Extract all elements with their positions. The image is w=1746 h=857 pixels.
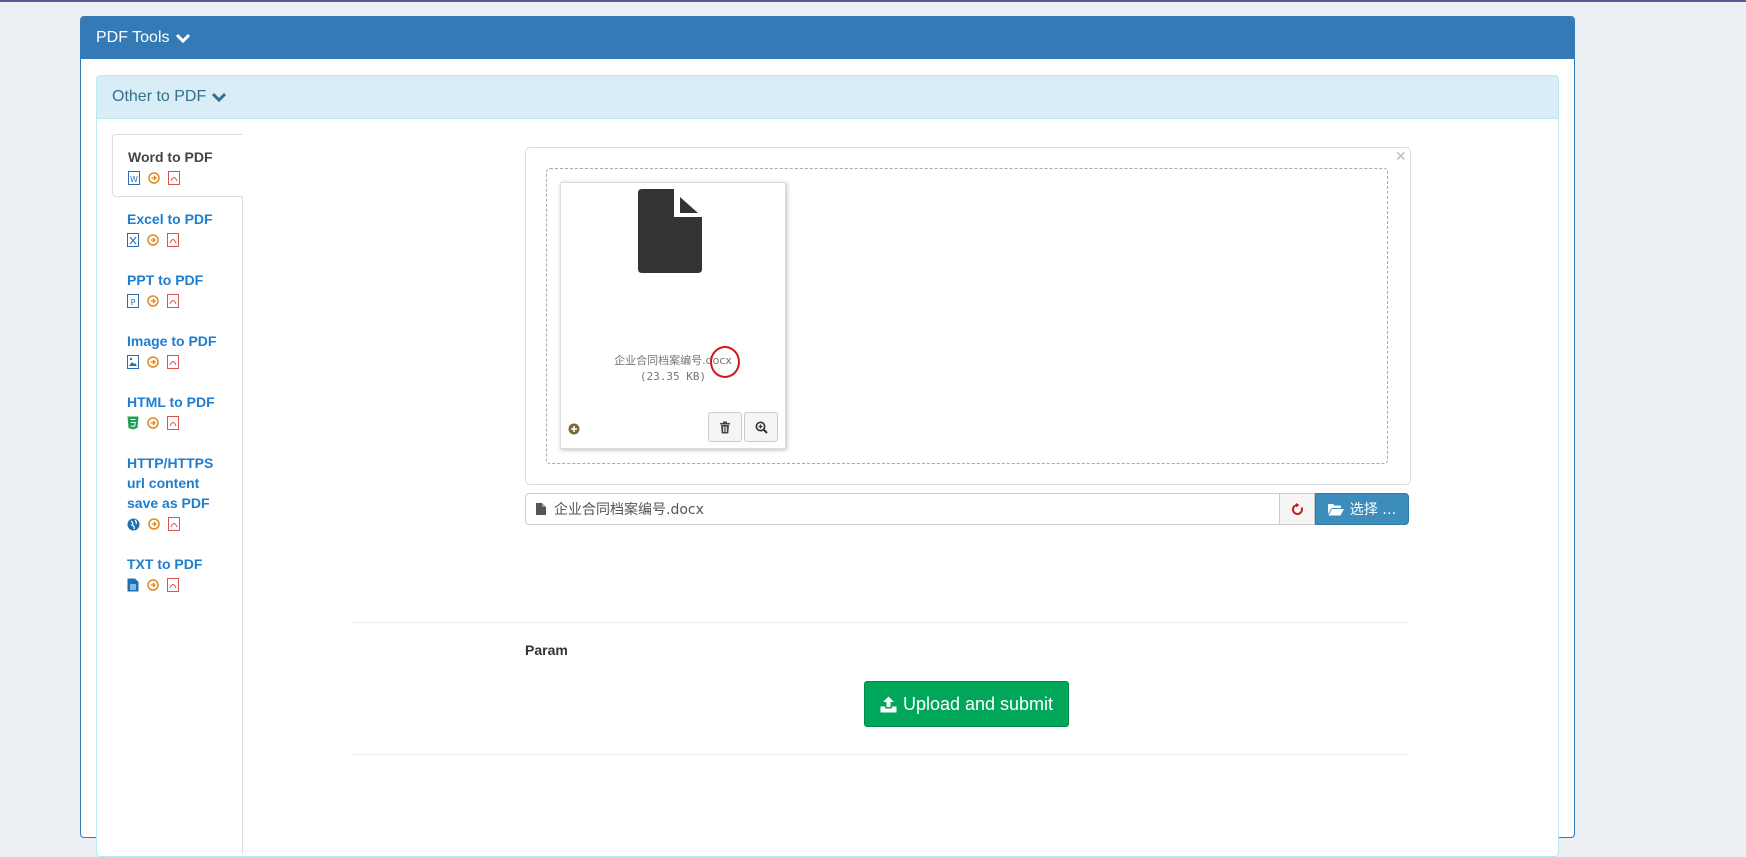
reset-button[interactable] [1279, 493, 1315, 525]
param-label: Param [525, 642, 568, 658]
arrow-right-circle-icon [147, 234, 159, 246]
remove-file-button[interactable] [708, 412, 742, 442]
svg-text:P: P [131, 298, 136, 307]
pdf-tools-title: PDF Tools [96, 29, 170, 46]
upload-submit-label: Upload and submit [902, 693, 1054, 714]
nav-item-label: Word to PDF [128, 149, 213, 165]
arrow-right-circle-icon [147, 417, 159, 429]
other-to-pdf-panel: Other to PDF Word to PDF W Excel to PDF [96, 75, 1559, 857]
upload-pending-icon [568, 423, 580, 435]
chevron-down-icon [212, 92, 227, 102]
pdf-file-icon [167, 294, 179, 308]
text-file-icon [127, 578, 139, 592]
nav-item-excel-to-pdf[interactable]: Excel to PDF [112, 197, 242, 258]
document-icon [638, 189, 702, 273]
pdf-file-icon [167, 416, 179, 430]
nav-item-label: Excel to PDF [127, 211, 213, 227]
pdf-file-icon [167, 233, 179, 247]
browse-label: 选择 … [1349, 502, 1397, 518]
refresh-icon [1291, 502, 1303, 515]
other-to-pdf-heading[interactable]: Other to PDF [97, 76, 1558, 119]
nav-item-html-to-pdf[interactable]: HTML to PDF [112, 380, 242, 441]
file-icon [536, 503, 546, 515]
highlight-circle [710, 346, 740, 378]
file-caption-row: 企业合同档案编号.docx 选择 … [525, 493, 1409, 525]
nav-item-url-to-pdf[interactable]: HTTP/HTTPS url content save as PDF [112, 441, 242, 542]
nav-item-label: HTTP/HTTPS url content save as PDF [127, 455, 214, 511]
pdf-file-icon [167, 355, 179, 369]
nav-item-image-to-pdf[interactable]: Image to PDF [112, 319, 242, 380]
html5-icon [127, 416, 139, 430]
trash-icon [720, 421, 730, 433]
divider [351, 754, 1409, 755]
file-drop-zone[interactable]: 企业合同档案编号.docx (23.35 KB) [546, 168, 1388, 464]
pdf-file-icon [168, 517, 180, 531]
pdf-tools-panel: PDF Tools Other to PDF Word to PDF W Exc… [80, 16, 1575, 857]
nav-item-word-to-pdf[interactable]: Word to PDF W [112, 134, 243, 197]
nav-item-ppt-to-pdf[interactable]: PPT to PDF P [112, 258, 242, 319]
file-thumbnail: 企业合同档案编号.docx (23.35 KB) [560, 182, 786, 449]
pdf-file-icon [168, 171, 180, 185]
ppt-file-icon: P [127, 294, 139, 308]
upload-submit-button[interactable]: Upload and submit [864, 681, 1069, 727]
folder-open-icon [1327, 503, 1344, 515]
file-caption[interactable]: 企业合同档案编号.docx [525, 493, 1279, 525]
nav-item-txt-to-pdf[interactable]: TXT to PDF [112, 542, 242, 603]
excel-file-icon [127, 233, 139, 247]
preview-file-size: (23.35 KB) [639, 370, 707, 383]
nav-item-label: Image to PDF [127, 333, 217, 349]
nav-item-label: TXT to PDF [127, 556, 203, 572]
zoom-file-button[interactable] [744, 412, 778, 442]
arrow-right-circle-icon [147, 579, 159, 591]
zoom-in-icon [755, 421, 768, 434]
nav-item-label: PPT to PDF [127, 272, 204, 288]
converter-nav: Word to PDF W Excel to PDF PPT to PDF P … [112, 134, 243, 854]
other-to-pdf-title: Other to PDF [112, 88, 207, 105]
browse-button[interactable]: 选择 … [1315, 493, 1409, 525]
preview-file-name: 企业合同档案编号.docx [614, 354, 732, 367]
file-preview: × 企业合同档案编号.docx (23.35 KB) [525, 146, 1411, 485]
word-file-icon: W [128, 171, 140, 185]
upload-icon [880, 696, 897, 712]
arrow-right-circle-icon [147, 295, 159, 307]
close-preview-button[interactable]: × [1395, 146, 1406, 166]
arrow-right-circle-icon [148, 518, 160, 530]
converter-content: × 企业合同档案编号.docx (23.35 KB) 企业合同档案编号.docx… [251, 134, 1551, 854]
nav-item-label: HTML to PDF [127, 394, 215, 410]
pdf-file-icon [167, 578, 179, 592]
image-file-icon [127, 355, 139, 369]
divider [351, 622, 1409, 623]
arrow-right-circle-icon [148, 172, 160, 184]
arrow-right-circle-icon [147, 356, 159, 368]
pdf-tools-heading[interactable]: PDF Tools [81, 17, 1574, 59]
globe-icon [127, 518, 140, 530]
caption-file-name: 企业合同档案编号.docx [554, 502, 704, 518]
svg-text:W: W [130, 175, 138, 184]
chevron-down-icon [175, 33, 190, 43]
